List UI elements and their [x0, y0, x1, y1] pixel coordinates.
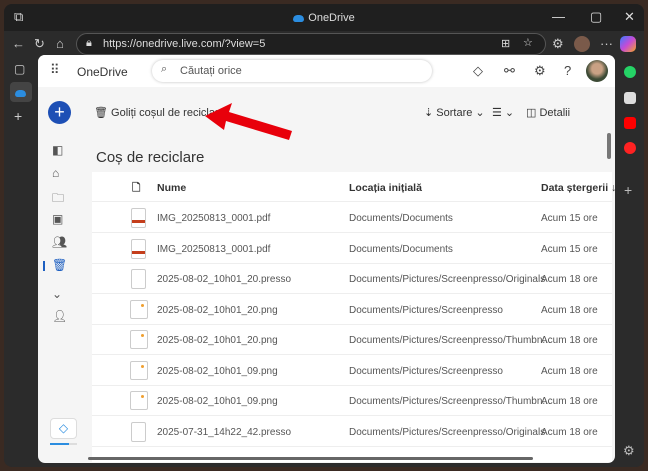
red-arrow-annotation	[205, 103, 292, 140]
